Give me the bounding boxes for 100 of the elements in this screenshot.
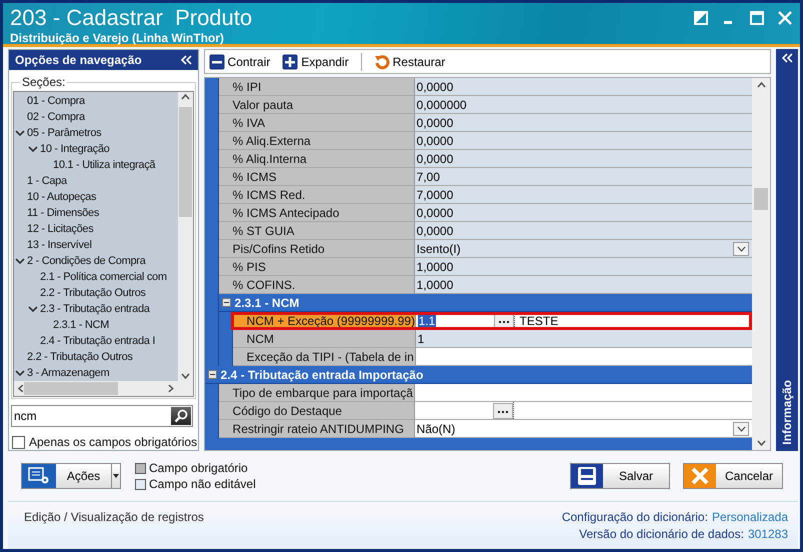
close-icon[interactable] bbox=[778, 11, 792, 25]
maximize-icon[interactable] bbox=[750, 11, 764, 25]
tree-item[interactable]: 13 - Inservível bbox=[27, 239, 92, 251]
minus-icon bbox=[208, 54, 225, 70]
tree-item[interactable]: 01 - Compra bbox=[27, 95, 85, 107]
checkbox-label: Apenas os campos obrigatórios bbox=[29, 435, 198, 449]
undo-arrow-icon bbox=[374, 54, 390, 70]
tree-item[interactable]: 05 - Parâmetros bbox=[27, 127, 102, 139]
field-value-cell[interactable]: 1 bbox=[416, 330, 752, 348]
tree-item[interactable]: 2.2 - Tributação Outros bbox=[27, 351, 133, 363]
toolbar-button[interactable]: Restaurar bbox=[374, 54, 446, 70]
field-value-cell[interactable]: 0,000000 bbox=[414, 96, 752, 114]
collapse-icon[interactable] bbox=[222, 298, 231, 307]
status-label: Versão do dicionário de dados: bbox=[579, 527, 744, 541]
field-label: % ICMS Antecipado bbox=[218, 204, 415, 222]
scroll-up-icon[interactable] bbox=[180, 94, 190, 100]
field-value-cell[interactable]: 1,0000 bbox=[414, 276, 752, 294]
field-value: 0,0000 bbox=[416, 152, 454, 166]
chevron-down-icon[interactable] bbox=[15, 256, 25, 266]
chevron-down-icon[interactable] bbox=[15, 368, 25, 378]
tree-item[interactable]: 11 - Dimensões bbox=[27, 207, 100, 219]
tree-item[interactable]: 02 - Compra bbox=[27, 111, 85, 123]
status-value: 301283 bbox=[748, 527, 788, 541]
plus-icon bbox=[282, 54, 298, 70]
field-value-cell[interactable]: 7,00 bbox=[414, 168, 752, 186]
legend-label: Campo obrigatório bbox=[149, 461, 248, 475]
field-label: % COFINS. bbox=[218, 276, 415, 294]
scroll-up-icon[interactable] bbox=[756, 82, 766, 88]
collapse-icon[interactable] bbox=[208, 370, 217, 379]
double-chevron-left-icon[interactable] bbox=[782, 53, 793, 63]
lookup-button[interactable] bbox=[494, 312, 514, 328]
tree-item[interactable]: 3 - Armazenagem bbox=[27, 367, 110, 379]
toolbar-button[interactable]: Contrair bbox=[208, 54, 270, 70]
tree-item[interactable]: 2.2 - Tributação Outros bbox=[40, 287, 146, 299]
scroll-right-icon[interactable] bbox=[168, 384, 174, 393]
dropdown-button[interactable] bbox=[733, 242, 750, 256]
group-header[interactable]: 2.3.1 - NCM bbox=[218, 294, 752, 312]
field-value-cell[interactable]: 0,0000 bbox=[414, 132, 752, 150]
actions-button[interactable]: Ações bbox=[21, 463, 121, 489]
status-value: Personalizada bbox=[712, 510, 788, 524]
tree-item[interactable]: 2.1 - Política comercial com bbox=[40, 271, 167, 283]
chevron-down-icon[interactable] bbox=[15, 128, 25, 138]
field-value-cell[interactable] bbox=[414, 402, 752, 420]
save-button[interactable]: Salvar bbox=[570, 463, 670, 489]
field-value[interactable]: 1.1 bbox=[418, 314, 436, 328]
field-value-cell[interactable]: 7,0000 bbox=[414, 186, 752, 204]
field-value-cell[interactable]: 0,0000 bbox=[414, 114, 752, 132]
chevron-down-icon[interactable] bbox=[28, 144, 38, 154]
field-value-cell[interactable] bbox=[414, 384, 752, 402]
field-value-cell[interactable]: 1.1 TESTE bbox=[416, 314, 750, 328]
field-label: % Aliq.Externa bbox=[218, 132, 415, 150]
field-label: % PIS bbox=[218, 258, 415, 276]
field-value-cell[interactable]: 0,0000 bbox=[414, 222, 752, 240]
field-value: 1 bbox=[416, 332, 424, 346]
legend-swatch bbox=[135, 478, 146, 490]
dropdown-button[interactable] bbox=[733, 422, 750, 436]
field-value-cell[interactable]: 1,0000 bbox=[414, 258, 752, 276]
field-label: % ST GUIA bbox=[218, 222, 415, 240]
field-value-cell[interactable]: 0,0000 bbox=[414, 78, 752, 96]
search-icon bbox=[174, 409, 188, 423]
field-value: 7,00 bbox=[416, 170, 440, 184]
ellipsis-icon bbox=[498, 410, 508, 414]
tree-item[interactable]: 10 - Autopeças bbox=[27, 191, 96, 203]
lookup-button[interactable] bbox=[492, 402, 513, 418]
tree-item[interactable]: 1 - Capa bbox=[27, 175, 67, 187]
field-label: Pis/Cofins Retido bbox=[218, 240, 415, 258]
tree-item[interactable]: 2.3.1 - NCM bbox=[53, 319, 109, 331]
tree-item[interactable]: 2 - Condições de Compra bbox=[27, 255, 146, 267]
search-button[interactable] bbox=[170, 407, 191, 425]
chevron-down-icon[interactable] bbox=[28, 304, 38, 314]
cancel-button[interactable]: Cancelar bbox=[683, 463, 783, 489]
tree-item[interactable]: 10 - Integração bbox=[40, 143, 110, 155]
double-chevron-left-icon[interactable] bbox=[180, 55, 192, 65]
field-value: Isento(I) bbox=[416, 242, 461, 256]
scroll-left-icon[interactable] bbox=[18, 384, 24, 393]
tree-item[interactable]: 2.3 - Tributação entrada bbox=[40, 303, 150, 315]
field-value: 0,000000 bbox=[416, 98, 467, 112]
field-value-cell[interactable]: 0,0000 bbox=[414, 150, 752, 168]
field-description: TESTE bbox=[518, 314, 558, 328]
scroll-down-icon[interactable] bbox=[756, 440, 766, 446]
field-label: % IPI bbox=[218, 78, 415, 96]
field-value-cell[interactable]: Não(N) bbox=[414, 420, 752, 438]
status-text: Edição / Visualização de registros bbox=[24, 510, 204, 526]
legend-label: Campo não editável bbox=[149, 477, 256, 491]
tree-item[interactable]: 2.4 - Tributação entrada I bbox=[40, 335, 156, 347]
scrollbar-thumb[interactable] bbox=[24, 382, 118, 395]
scrollbar-thumb[interactable] bbox=[178, 106, 192, 216]
checkbox[interactable] bbox=[12, 436, 25, 448]
search-field[interactable]: ncm bbox=[11, 405, 193, 427]
field-label: % Aliq.Interna bbox=[218, 150, 415, 168]
field-value-cell[interactable] bbox=[416, 348, 752, 366]
tree-item[interactable]: 10.1 - Utiliza integraçã bbox=[53, 159, 156, 171]
scroll-down-icon[interactable] bbox=[180, 373, 190, 379]
field-value-cell[interactable]: Isento(I) bbox=[414, 240, 752, 258]
field-value-cell[interactable]: 0,0000 bbox=[414, 204, 752, 222]
toolbar-button[interactable]: Expandir bbox=[282, 54, 349, 70]
scrollbar-thumb[interactable] bbox=[754, 188, 768, 210]
tree-item[interactable]: 12 - Licitações bbox=[27, 223, 94, 235]
info-side-panel[interactable]: Informação bbox=[776, 49, 798, 451]
field-label: % IVA bbox=[218, 114, 415, 132]
